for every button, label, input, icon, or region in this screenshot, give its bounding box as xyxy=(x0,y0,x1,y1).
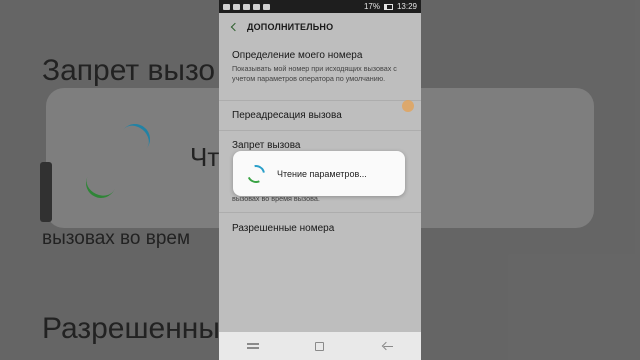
notification-icon xyxy=(253,3,260,10)
progress-dialog: Чтение параметров... xyxy=(233,151,405,196)
phone-screen: 17% 13:29 ДОПОЛНИТЕЛЬНО Определение моег… xyxy=(219,0,421,360)
battery-percent: 17% xyxy=(363,2,380,11)
notification-icons xyxy=(223,3,270,10)
spinner-arc-green xyxy=(244,161,268,186)
status-right: 17% 13:29 xyxy=(364,2,417,11)
back-icon[interactable] xyxy=(381,341,393,351)
touch-indicator xyxy=(402,100,414,112)
notification-icon xyxy=(233,3,240,10)
clock: 13:29 xyxy=(396,2,417,11)
status-bar: 17% 13:29 xyxy=(219,0,421,13)
notification-icon xyxy=(223,3,230,10)
loading-spinner-icon xyxy=(243,160,269,187)
notification-icon xyxy=(243,3,250,10)
progress-message: Чтение параметров... xyxy=(277,168,367,179)
home-icon[interactable] xyxy=(315,341,325,351)
notification-icon xyxy=(263,3,270,10)
recent-apps-icon[interactable] xyxy=(247,342,260,350)
battery-icon xyxy=(383,3,393,10)
navigation-bar xyxy=(219,332,421,360)
